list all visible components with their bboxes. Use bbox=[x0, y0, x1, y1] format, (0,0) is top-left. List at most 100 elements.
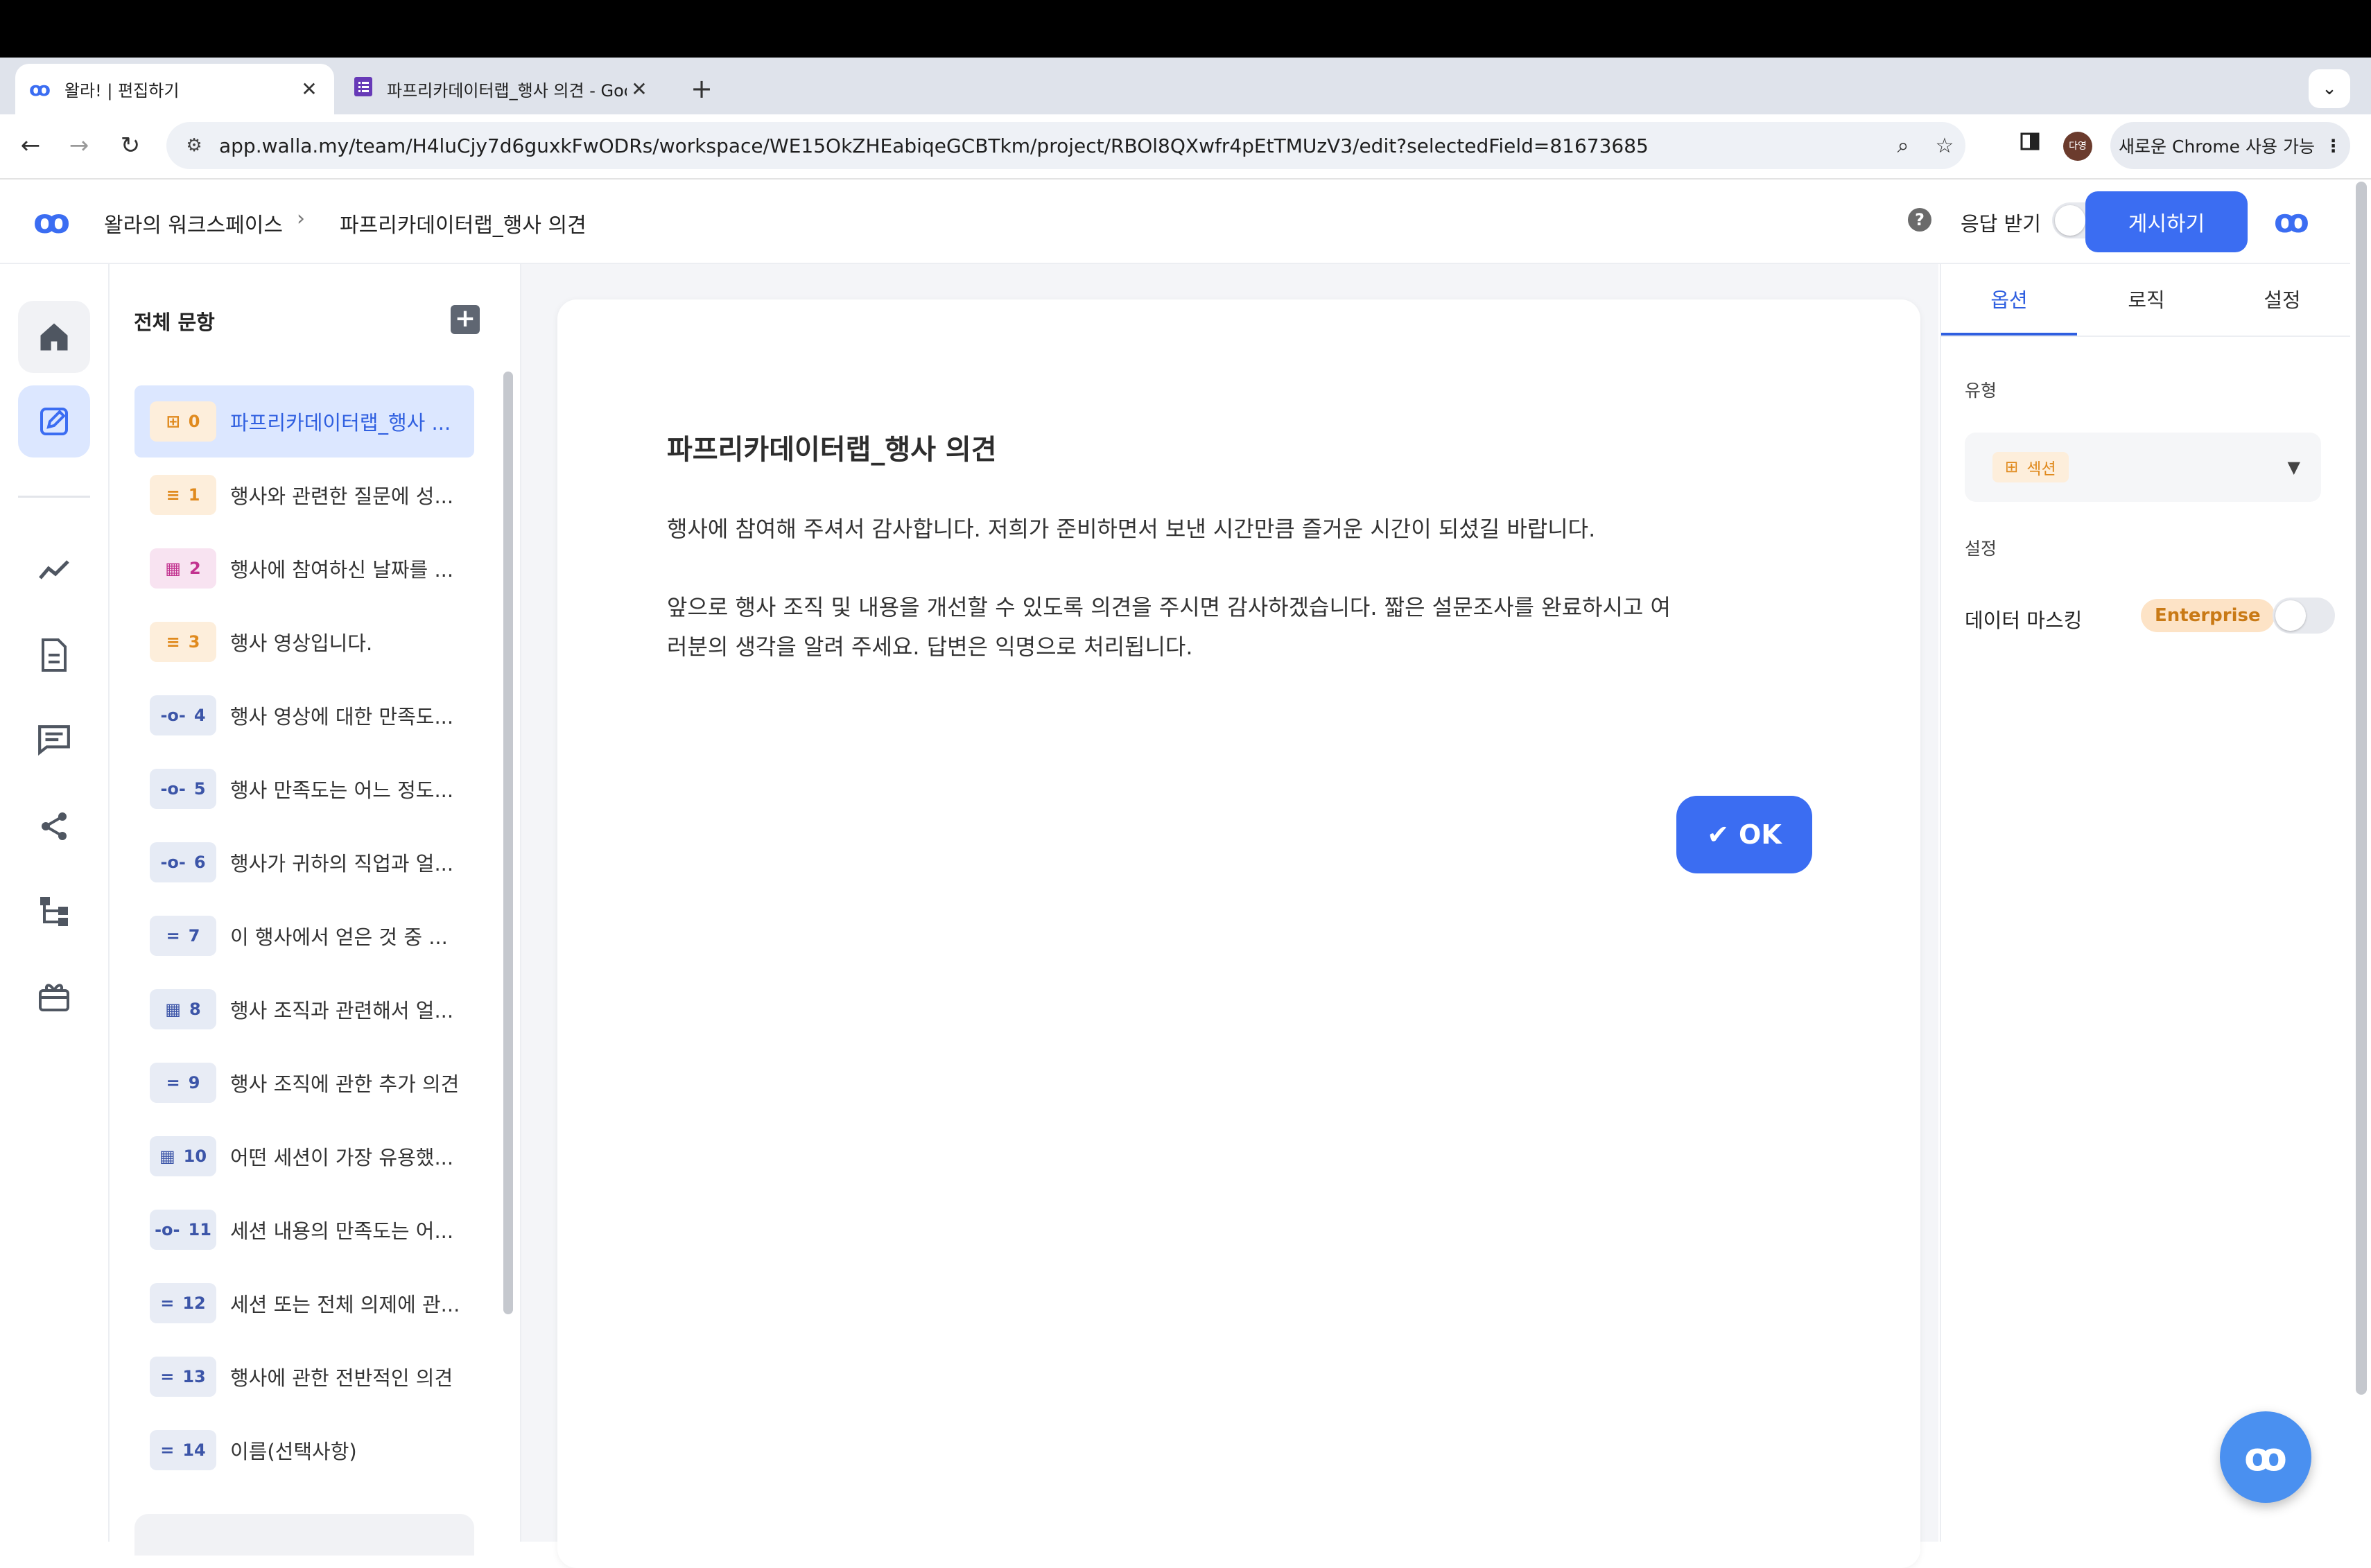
tab-logic[interactable]: 로직 bbox=[2078, 284, 2214, 313]
slider-icon: -o- bbox=[155, 1220, 180, 1239]
gift-icon[interactable] bbox=[18, 960, 90, 1032]
list-item[interactable]: = 12 세션 또는 전체 의제에 관... bbox=[134, 1267, 474, 1339]
question-label: 파프리카데이터랩_행사 ... bbox=[230, 411, 451, 435]
question-number: 5 bbox=[193, 779, 206, 799]
comments-icon[interactable] bbox=[18, 704, 90, 776]
breadcrumb-chevron-icon: › bbox=[297, 207, 305, 231]
os-top-bar bbox=[0, 0, 2371, 58]
site-info-icon[interactable]: ⚙ bbox=[179, 135, 209, 156]
walla-account-icon[interactable]: ꝏ bbox=[2274, 202, 2309, 240]
share-icon[interactable] bbox=[18, 790, 90, 862]
question-badge: = 13 bbox=[150, 1357, 216, 1397]
question-number: 3 bbox=[188, 632, 200, 652]
question-badge: -o- 5 bbox=[150, 769, 216, 809]
document-icon[interactable] bbox=[18, 619, 90, 691]
back-arrow-icon[interactable]: ← bbox=[10, 125, 51, 166]
tab-options[interactable]: 옵션 bbox=[1941, 284, 2077, 313]
question-number: 10 bbox=[183, 1147, 207, 1166]
slider-icon: -o- bbox=[160, 853, 186, 872]
url-text[interactable]: app.walla.my/team/H4luCjy7d6guxkFwODRs/w… bbox=[219, 134, 1882, 157]
short-text-icon: = bbox=[160, 1440, 175, 1460]
close-tab-icon[interactable]: ✕ bbox=[297, 78, 322, 101]
data-masking-toggle[interactable] bbox=[2273, 598, 2335, 634]
question-list-scrollbar[interactable] bbox=[503, 372, 513, 1314]
question-badge: = 9 bbox=[150, 1063, 216, 1103]
toggle-knob bbox=[2275, 600, 2306, 631]
browser-tab-active[interactable]: ꝏ 왈라! | 편집하기 ✕ bbox=[15, 64, 334, 114]
new-tab-icon[interactable]: + bbox=[682, 69, 721, 108]
more-vertical-icon[interactable]: ⋮ bbox=[2325, 136, 2342, 156]
help-icon[interactable]: ? bbox=[1908, 208, 1931, 232]
question-label: 행사 영상에 대한 만족도... bbox=[230, 705, 454, 729]
survey-description[interactable]: 행사에 참여해 주셔서 감사합니다. 저희가 준비하면서 보낸 시간만큼 즐거운… bbox=[667, 512, 1595, 543]
settings-section-label: 설정 bbox=[1965, 539, 1997, 559]
list-item[interactable]: = 13 행사에 관한 전반적인 의견 bbox=[134, 1341, 474, 1413]
question-badge: -o- 4 bbox=[150, 695, 216, 735]
breadcrumb-workspace[interactable]: 왈라의 워크스페이스 bbox=[104, 208, 283, 238]
walla-logo-icon[interactable]: ꝏ bbox=[33, 202, 70, 241]
question-label: 이름(선택사항) bbox=[230, 1440, 357, 1463]
publish-button[interactable]: 게시하기 bbox=[2085, 191, 2248, 252]
list-item[interactable]: ⊞ 0 파프리카데이터랩_행사 ... bbox=[134, 385, 474, 458]
close-tab-icon[interactable]: ✕ bbox=[627, 78, 652, 101]
tab-divider bbox=[1941, 336, 2350, 337]
bookmark-star-icon[interactable]: ☆ bbox=[1924, 134, 1965, 158]
slider-icon: -o- bbox=[160, 779, 186, 799]
list-item[interactable]: ≡ 3 행사 영상입니다. bbox=[134, 606, 474, 678]
walla-chat-button[interactable]: ꝏ bbox=[2220, 1411, 2311, 1503]
zoom-icon[interactable]: ⌕ bbox=[1882, 134, 1924, 158]
reload-icon[interactable]: ↻ bbox=[110, 125, 151, 166]
add-question-icon[interactable]: + bbox=[451, 305, 480, 334]
home-icon[interactable] bbox=[18, 301, 90, 373]
list-item[interactable]: ▦ 2 행사에 참여하신 날짜를 ... bbox=[134, 532, 474, 604]
survey-title[interactable]: 파프리카데이터랩_행사 의견 bbox=[667, 427, 997, 467]
workflow-icon[interactable] bbox=[18, 875, 90, 947]
list-item[interactable]: -o- 6 행사가 귀하의 직업과 얼... bbox=[134, 826, 474, 898]
grid-icon: ▦ bbox=[159, 1147, 175, 1166]
short-text-icon: = bbox=[166, 926, 180, 946]
question-number: 0 bbox=[188, 412, 200, 431]
address-bar[interactable]: ⚙ app.walla.my/team/H4luCjy7d6guxkFwODRs… bbox=[166, 122, 1965, 169]
list-item[interactable]: = 9 행사 조직에 관한 추가 의견 bbox=[134, 1047, 474, 1119]
list-item[interactable]: ▦ 10 어떤 세션이 가장 유용했... bbox=[134, 1120, 474, 1192]
ok-label: OK bbox=[1739, 819, 1782, 850]
question-label: 어떤 세션이 가장 유용했... bbox=[230, 1146, 454, 1169]
question-label: 행사에 관한 전반적인 의견 bbox=[230, 1366, 453, 1390]
profile-avatar[interactable]: 다영 bbox=[2063, 132, 2092, 161]
tab-search-chevron-icon[interactable]: ⌄ bbox=[2309, 69, 2350, 108]
list-item[interactable]: ▦ 8 행사 조직과 관련해서 얼... bbox=[134, 973, 474, 1045]
question-number: 11 bbox=[188, 1220, 211, 1239]
browser-tab[interactable]: 파프리카데이터랩_행사 의견 - Goo ✕ bbox=[340, 64, 664, 114]
list-item[interactable]: = 7 이 행사에서 얻은 것 중 ... bbox=[134, 900, 474, 972]
text-lines-icon: ≡ bbox=[166, 485, 180, 505]
survey-description[interactable]: 앞으로 행사 조직 및 내용을 개선할 수 있도록 의견을 주시면 감사하겠습니… bbox=[667, 588, 1679, 667]
type-value: 섹션 bbox=[2026, 460, 2056, 478]
page-scrollbar[interactable] bbox=[2356, 182, 2367, 1395]
toggle-knob bbox=[2055, 205, 2085, 236]
question-number: 4 bbox=[193, 706, 206, 725]
side-panel-icon[interactable] bbox=[2010, 126, 2049, 165]
list-item[interactable]: -o- 5 행사 만족도는 어느 정도... bbox=[134, 753, 474, 825]
question-number: 8 bbox=[189, 1000, 201, 1019]
question-label: 행사 만족도는 어느 정도... bbox=[230, 778, 454, 802]
edit-icon[interactable] bbox=[18, 385, 90, 458]
question-badge: ▦ 2 bbox=[150, 548, 216, 589]
list-item[interactable]: -o- 11 세션 내용의 만족도는 어... bbox=[134, 1194, 474, 1266]
tab-settings[interactable]: 설정 bbox=[2214, 284, 2350, 313]
question-label: 행사 조직과 관련해서 얼... bbox=[230, 999, 454, 1022]
question-label: 행사가 귀하의 직업과 얼... bbox=[230, 852, 454, 876]
list-item[interactable]: ≡ 1 행사와 관련한 질문에 성... bbox=[134, 459, 474, 531]
forward-arrow-icon[interactable]: → bbox=[58, 125, 100, 166]
question-badge: = 14 bbox=[150, 1430, 216, 1470]
question-badge: = 7 bbox=[150, 916, 216, 956]
question-number: 13 bbox=[182, 1367, 206, 1386]
analytics-trend-icon[interactable] bbox=[18, 534, 90, 606]
question-list-title: 전체 문항 bbox=[134, 311, 215, 334]
list-item[interactable]: = 14 이름(선택사항) bbox=[134, 1414, 474, 1486]
ok-button[interactable]: ✔ OK bbox=[1676, 796, 1812, 873]
chrome-update-button[interactable]: 새로운 Chrome 사용 가능 ⋮ bbox=[2110, 122, 2350, 169]
type-select[interactable]: ⊞ 섹션 ▼ bbox=[1965, 433, 2321, 502]
list-item[interactable]: -o- 4 행사 영상에 대한 만족도... bbox=[134, 679, 474, 751]
question-number: 7 bbox=[188, 926, 200, 946]
calendar-icon: ▦ bbox=[165, 559, 181, 578]
